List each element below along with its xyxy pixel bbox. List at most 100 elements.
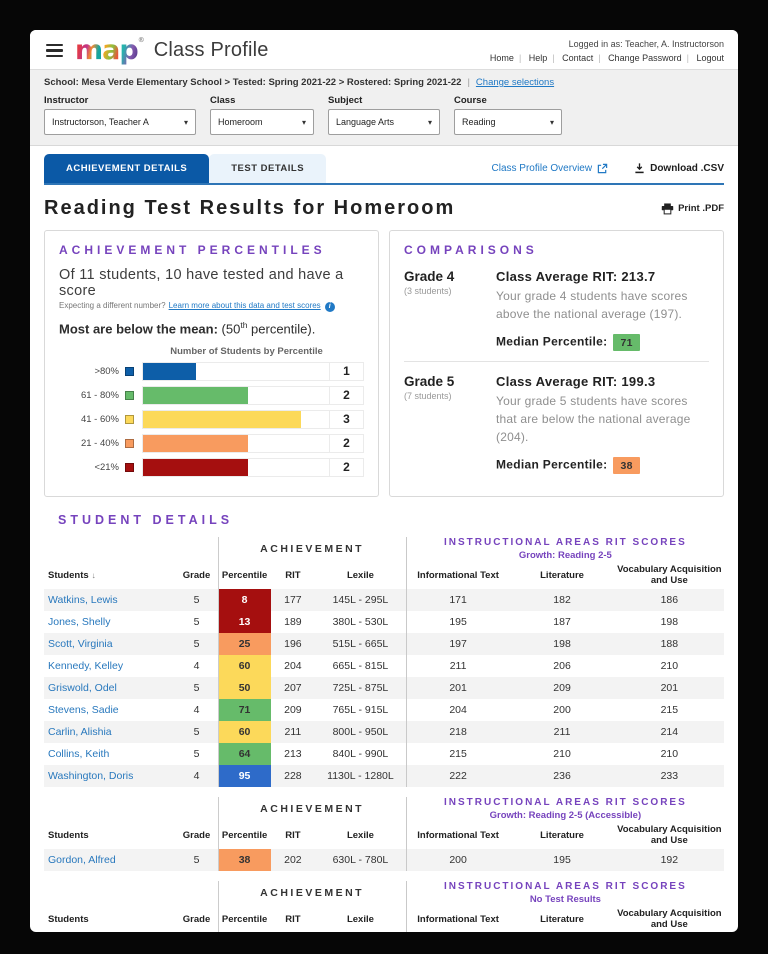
chart-row: <21% 2 <box>59 458 364 478</box>
class-profile-overview-link[interactable]: Class Profile Overview <box>492 163 609 174</box>
print-pdf-link[interactable]: Print .PDF <box>661 202 724 215</box>
informational-text-cell: 204 <box>405 699 510 721</box>
instructor-label: Instructor <box>44 95 89 106</box>
student-name-link[interactable]: Carlin, Alishia <box>48 726 112 738</box>
nav-contact[interactable]: Contact <box>562 53 605 63</box>
lexile-cell: 630L - 780L <box>315 849 407 871</box>
literature-cell: 236 <box>509 765 615 787</box>
lexile-cell: 840L - 990L <box>332 748 389 760</box>
student-row: Stevens, Sadie 4 71 209 765L - 915L 204 … <box>44 699 724 721</box>
rit-cell: 211 <box>270 721 316 743</box>
informational-text-cell: 222 <box>405 765 510 787</box>
student-name-link[interactable]: Jones, Shelly <box>48 616 110 628</box>
chart-category-label: 61 - 80% <box>80 390 119 402</box>
class-dropdown: Class Homeroom ▾ <box>210 95 314 135</box>
percentile-badge: 64 <box>218 743 271 765</box>
vocabulary-cell: 210 <box>660 748 679 760</box>
informational-text-column-header: Informational Text <box>405 905 510 932</box>
info-icon[interactable]: i <box>324 302 335 312</box>
grade-cell: 5 <box>175 721 219 743</box>
student-name-link[interactable]: Collins, Keith <box>48 748 109 760</box>
informational-text-cell: 171 <box>405 589 510 611</box>
student-name-link[interactable]: Watkins, Lewis <box>48 594 118 606</box>
learn-more-link[interactable]: Learn more about this data and test scor… <box>169 301 321 310</box>
grade-cell: 5 <box>175 589 219 611</box>
chart-bar <box>143 435 249 453</box>
students-column-header: Students <box>48 829 89 841</box>
ia-group-header: INSTRUCTIONAL AREAS RIT SCORES Growth: Re… <box>405 797 724 821</box>
utility-nav: Home Help Contact Change Password Logout <box>490 53 724 63</box>
tab-test-details[interactable]: TEST DETAILS <box>209 154 327 183</box>
student-name-link[interactable]: Stevens, Sadie <box>48 704 119 716</box>
student-name-link[interactable]: Scott, Virginia <box>48 638 113 650</box>
vocabulary-cell: 188 <box>614 633 724 655</box>
rit-cell: 177 <box>270 589 316 611</box>
grade-column-header: Grade <box>182 913 211 925</box>
chevron-down-icon: ▾ <box>549 117 554 127</box>
main-content: ACHIEVEMENT DETAILS TEST DETAILS Class P… <box>30 154 738 932</box>
title-row: Reading Test Results for Homeroom Print … <box>44 197 724 220</box>
lexile-column-header: Lexile <box>346 913 374 925</box>
nav-change-password[interactable]: Change Password <box>608 53 694 63</box>
class-select[interactable]: Homeroom ▾ <box>210 109 314 135</box>
legend-swatch <box>125 439 134 449</box>
grade-cell: 4 <box>193 660 200 672</box>
informational-text-cell: 218 <box>405 721 510 743</box>
chart-value: 2 <box>329 387 363 405</box>
menu-icon[interactable] <box>44 42 65 60</box>
grade-cell: 5 <box>175 849 219 871</box>
student-row: Gordon, Alfred 5 38 202 630L - 780L 200 … <box>44 849 724 871</box>
percentile-badge: 60 <box>218 721 271 743</box>
tab-achievement-details[interactable]: ACHIEVEMENT DETAILS <box>44 154 210 183</box>
percentile-badge: 25 <box>218 633 271 655</box>
tabs: ACHIEVEMENT DETAILS TEST DETAILS <box>44 154 327 183</box>
lexile-cell: 800L - 950L <box>315 721 407 743</box>
change-selections-link[interactable]: Change selections <box>461 77 554 88</box>
chevron-down-icon: ▾ <box>183 117 188 127</box>
percentile-column-header: Percentile <box>217 821 271 849</box>
chart-title: Number of Students by Percentile <box>170 346 323 358</box>
percentile-badge: 60 <box>218 655 271 677</box>
student-name-link[interactable]: Kennedy, Kelley <box>48 660 123 672</box>
percentile-cell: 60 <box>217 721 271 743</box>
course-select[interactable]: Reading ▾ <box>454 109 562 135</box>
lexile-cell: 765L - 915L <box>332 704 389 716</box>
chart-bar <box>143 363 196 381</box>
chart-bar <box>143 459 249 477</box>
chevron-down-icon: ▾ <box>301 117 306 127</box>
group-header-row: ACHIEVEMENT INSTRUCTIONAL AREAS RIT SCOR… <box>44 797 724 821</box>
nav-logout[interactable]: Logout <box>696 53 724 63</box>
percentile-cell: 25 <box>217 633 271 655</box>
mean-statement: Most are below the mean: (50th percentil… <box>59 320 316 337</box>
nav-help[interactable]: Help <box>529 53 560 63</box>
student-name-link[interactable]: Gordon, Alfred <box>48 854 116 866</box>
page-title: Reading Test Results for Homeroom <box>44 197 456 219</box>
chart-category-label: 21 - 40% <box>80 438 119 450</box>
student-name-link[interactable]: Griswold, Odel <box>48 682 117 694</box>
app-header: map® Class Profile Logged in as: Teacher… <box>30 30 738 69</box>
chart-value: 2 <box>329 435 363 453</box>
student-name-link[interactable]: Washington, Doris <box>48 770 133 782</box>
percentile-column-header: Percentile <box>217 905 271 932</box>
vocabulary-cell: 215 <box>660 704 679 716</box>
overview-link-label: Class Profile Overview <box>491 162 593 174</box>
chevron-down-icon: ▾ <box>427 117 432 127</box>
rit-cell: 207 <box>270 677 316 699</box>
percentile-cell: 71 <box>217 699 271 721</box>
legend-swatch <box>125 415 134 425</box>
achievement-group-header: ACHIEVEMENT <box>217 537 407 561</box>
download-csv-link[interactable]: Download .CSV <box>634 162 724 174</box>
chart-category-label: <21% <box>94 462 119 474</box>
logo-letter: a <box>102 35 120 66</box>
logo-trademark: ® <box>137 36 145 44</box>
lexile-column-header: Lexile <box>346 569 374 581</box>
grade-cell: 5 <box>175 677 219 699</box>
chart-value: 3 <box>329 411 363 429</box>
nav-home[interactable]: Home <box>490 53 526 63</box>
subject-select[interactable]: Language Arts ▾ <box>328 109 440 135</box>
instructor-select[interactable]: Instructorson, Teacher A ▾ <box>44 109 196 135</box>
grade-label: Grade 5 <box>404 374 455 389</box>
legend-swatch <box>125 391 134 401</box>
median-percentile-badge: 38 <box>613 457 640 474</box>
students-column-header[interactable]: Students ↓ <box>44 561 176 589</box>
